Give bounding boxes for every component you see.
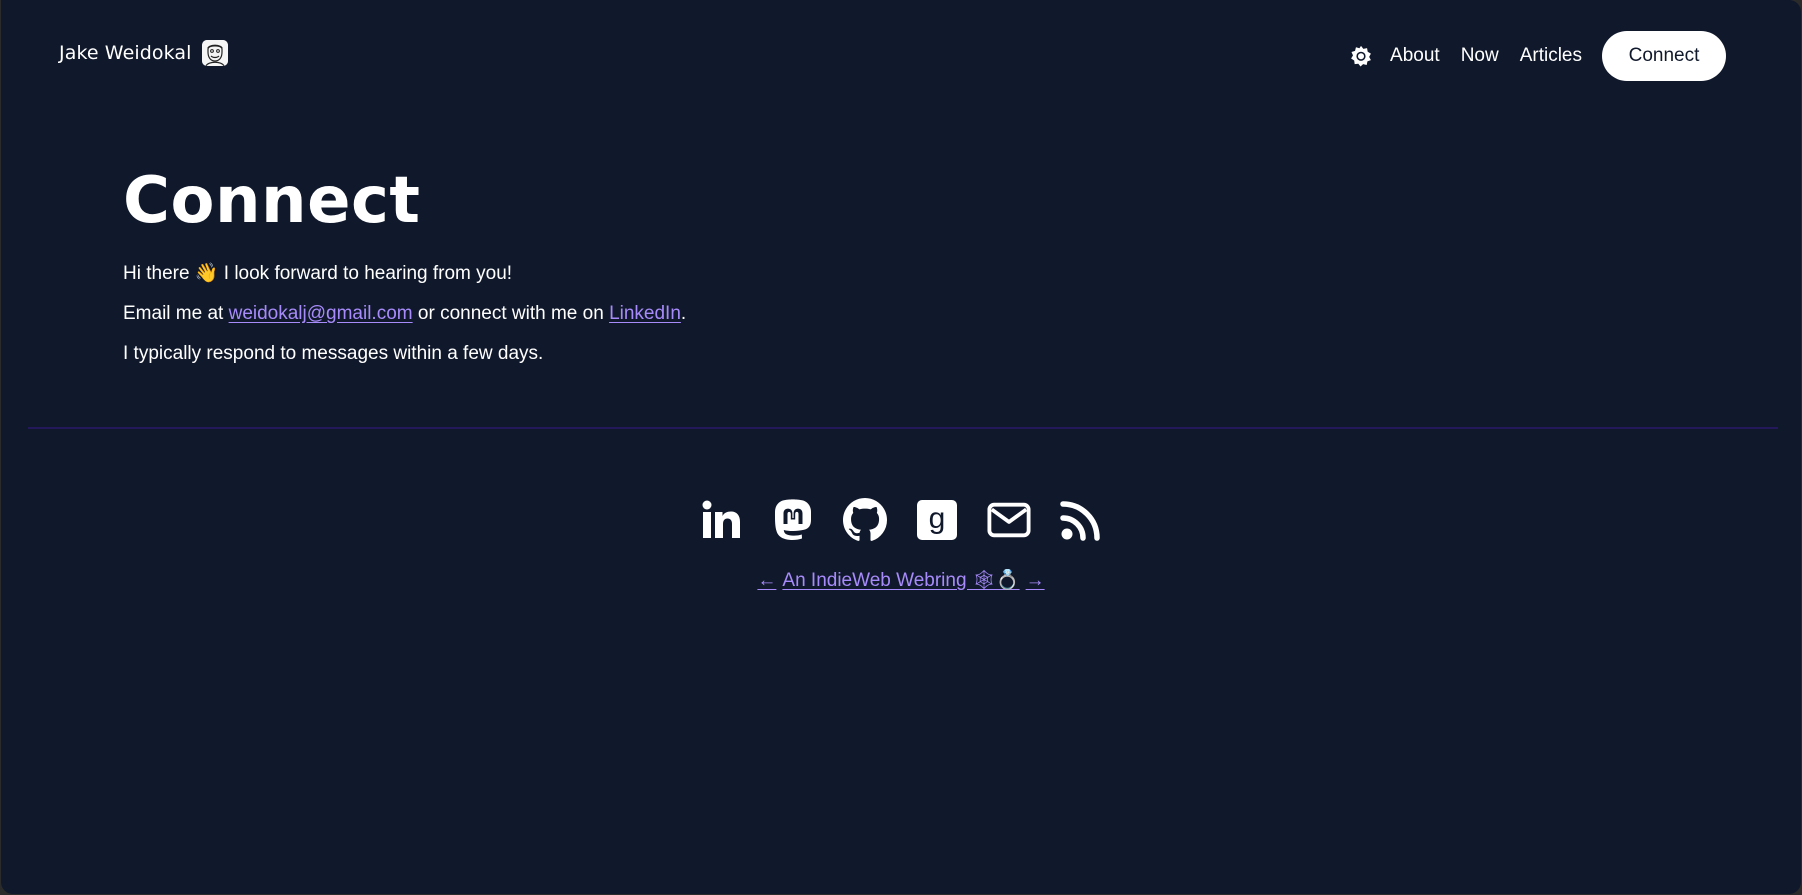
avatar-icon xyxy=(201,40,228,66)
main-content: Connect Hi there 👋 I look forward to hea… xyxy=(123,160,686,374)
nav-connect-button[interactable]: Connect xyxy=(1602,31,1726,81)
greeting-text-rest: I look forward to hearing from you! xyxy=(218,263,513,284)
linkedin-icon[interactable] xyxy=(699,497,743,543)
brand-name: Jake Weidokal xyxy=(59,42,192,64)
nav-articles[interactable]: Articles xyxy=(1520,45,1582,67)
email-link[interactable]: weidokalj@gmail.com xyxy=(229,303,413,324)
webring-prev-link[interactable]: ← xyxy=(757,570,776,591)
page: Jake Weidokal About Now Articles Connect… xyxy=(1,0,1801,894)
nav-about[interactable]: About xyxy=(1390,45,1440,67)
webring-nav: ← An IndieWeb Webring 🕸💍 → xyxy=(1,568,1801,592)
theme-toggle-sun-icon[interactable] xyxy=(1349,44,1373,68)
goodreads-icon[interactable]: g xyxy=(915,497,959,543)
mastodon-icon[interactable] xyxy=(771,497,815,543)
email-prefix-text: Email me at xyxy=(123,303,229,324)
wave-emoji-icon: 👋 xyxy=(194,263,219,284)
email-paragraph: Email me at weidokalj@gmail.com or conne… xyxy=(123,294,686,334)
social-links: g xyxy=(1,497,1801,543)
email-middle-text: or connect with me on xyxy=(412,303,610,324)
main-nav: About Now Articles Connect xyxy=(1349,31,1726,81)
footer-divider xyxy=(28,427,1778,429)
brand-home-link[interactable]: Jake Weidokal xyxy=(59,40,228,66)
nav-now[interactable]: Now xyxy=(1461,45,1499,67)
page-title: Connect xyxy=(123,164,421,238)
greeting-paragraph: Hi there 👋 I look forward to hearing fro… xyxy=(123,254,686,294)
email-suffix-text: . xyxy=(680,303,687,324)
webring-next-link[interactable]: → xyxy=(1026,570,1045,591)
mail-icon[interactable] xyxy=(987,497,1031,543)
svg-text:g: g xyxy=(929,502,946,535)
rss-icon[interactable] xyxy=(1059,497,1103,543)
response-note: I typically respond to messages within a… xyxy=(123,343,544,364)
webring-home-link[interactable]: An IndieWeb Webring 🕸💍 xyxy=(782,570,1019,591)
greeting-text: Hi there xyxy=(123,263,195,284)
linkedin-link[interactable]: LinkedIn xyxy=(609,303,681,324)
github-icon[interactable] xyxy=(843,497,887,543)
